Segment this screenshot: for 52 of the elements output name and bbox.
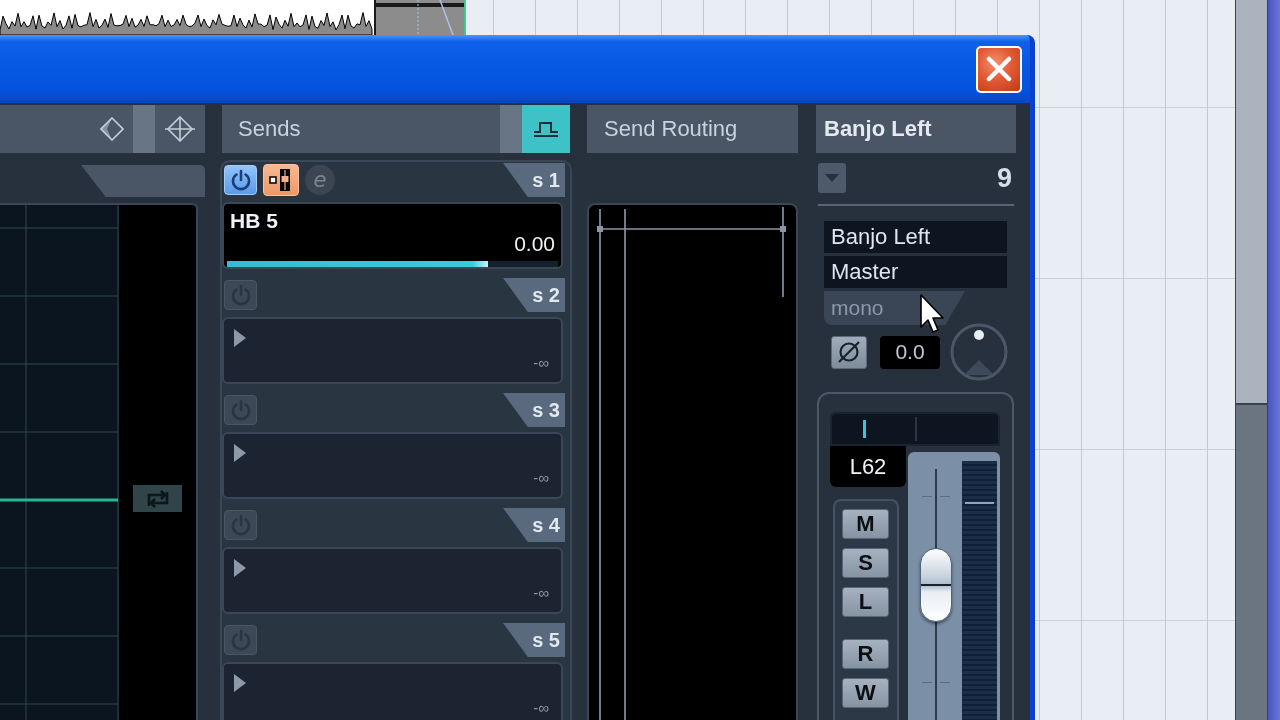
send-slot-label: s 4: [503, 508, 565, 542]
channel-toggle-button[interactable]: M: [842, 509, 889, 539]
circle-slash-icon: [836, 339, 862, 365]
triangle-icon[interactable]: [234, 444, 246, 462]
close-button[interactable]: [976, 45, 1022, 93]
panel-title: Send Routing: [603, 116, 738, 142]
send-slot-label: s 3: [503, 393, 565, 427]
diamond-icon[interactable]: [100, 117, 124, 141]
send-slot-panel[interactable]: -∞: [222, 662, 563, 720]
send-slot-panel[interactable]: -∞: [222, 317, 563, 384]
box-on-line-icon: [532, 120, 560, 138]
scrollbar-track[interactable]: [1235, 0, 1268, 720]
channel-toggle-button[interactable]: R: [842, 639, 889, 669]
send-slot-label: s 2: [503, 278, 565, 312]
channel-toggle-button[interactable]: L: [842, 587, 889, 617]
send-slot-panel[interactable]: -∞: [222, 547, 563, 614]
send-level-value: -∞: [533, 699, 549, 716]
triangle-icon[interactable]: [234, 329, 246, 347]
panel-title: Sends: [237, 116, 301, 142]
channel-toggle-button[interactable]: W: [842, 678, 889, 708]
phase-button[interactable]: [831, 335, 867, 369]
mouse-pointer-icon: [920, 294, 944, 334]
channel-number: 9: [996, 162, 1012, 194]
send-level-value: 0.00: [514, 232, 555, 255]
close-icon: [986, 56, 1012, 82]
send-level-value: -∞: [533, 584, 549, 601]
send-level-value: -∞: [533, 354, 549, 371]
send-slot-panel[interactable]: HB 5 0.00: [222, 202, 563, 269]
fader-thumb[interactable]: [920, 548, 952, 623]
triangle-icon[interactable]: [234, 674, 246, 692]
pan-readout: L62: [830, 446, 906, 487]
pre-fader-button[interactable]: [263, 164, 299, 196]
header-separator: [133, 105, 155, 153]
power-icon: [229, 169, 252, 191]
diamond-split-icon[interactable]: [165, 116, 195, 142]
send-slot-label: s 5: [503, 623, 565, 657]
gain-knob[interactable]: [950, 323, 1008, 381]
caret-icon: [825, 174, 839, 182]
send-destination: HB 5: [230, 209, 278, 232]
channel-toggle-button[interactable]: S: [842, 548, 889, 578]
send-level-track[interactable]: [227, 261, 558, 267]
output-routing-field[interactable]: Master: [824, 256, 1007, 288]
triangle-icon[interactable]: [234, 559, 246, 577]
scrollbar-thumb[interactable]: [1236, 0, 1267, 405]
send-slot-label: s 1: [503, 163, 565, 197]
view-toggle-button[interactable]: [522, 105, 570, 153]
send-level-value: -∞: [533, 469, 549, 486]
gain-value-field[interactable]: 0.0: [880, 335, 940, 369]
channel-name: Banjo Left: [823, 116, 932, 142]
send-slot-panel[interactable]: -∞: [222, 432, 563, 499]
header-separator: [500, 105, 522, 153]
input-routing-field[interactable]: Banjo Left: [824, 221, 1007, 253]
